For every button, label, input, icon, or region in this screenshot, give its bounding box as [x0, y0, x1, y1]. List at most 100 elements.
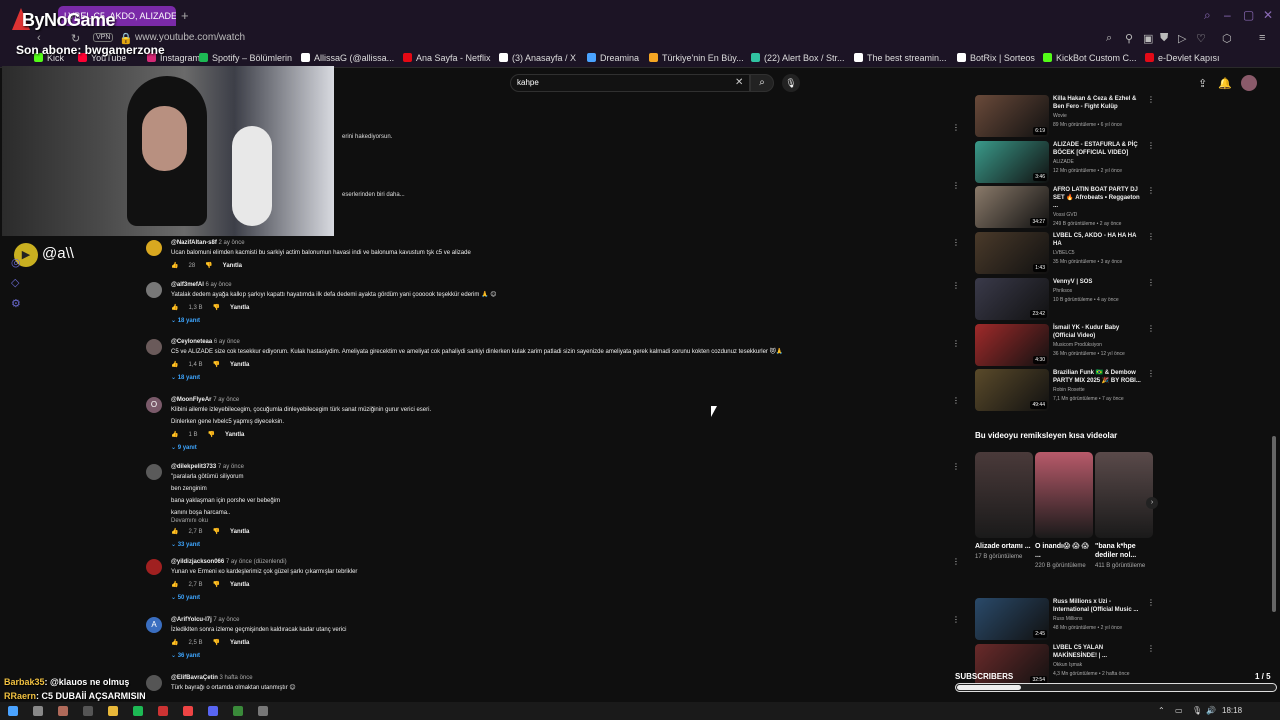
related-video[interactable]: 6:19 Killa Hakan & Ceza & Ezhel & Ben Fer… — [975, 95, 1155, 137]
shield-icon[interactable]: ⛊ — [1160, 32, 1168, 45]
bookmark-item[interactable]: AllissaG (@allissa... — [301, 53, 394, 63]
more-options-icon[interactable]: ⋮ — [1147, 644, 1155, 653]
comment-time[interactable]: 7 ay önce (düzenlendi) — [226, 559, 287, 565]
more-options-icon[interactable]: ⋮ — [1147, 186, 1155, 195]
new-tab-button[interactable]: + — [181, 8, 189, 23]
bookmark-item[interactable]: (3) Anasayfa / X — [499, 53, 576, 63]
search-icon[interactable]: ⌕ — [1204, 8, 1211, 23]
discord-icon[interactable] — [208, 706, 218, 716]
bookmark-item[interactable]: Spotify – Bölümlerin — [199, 53, 292, 63]
video-channel[interactable]: Robin Roxette — [1053, 387, 1141, 394]
more-options-icon[interactable]: ⋮ — [952, 281, 960, 290]
reply-button[interactable]: Yanıtla — [223, 263, 242, 269]
view-replies-button[interactable]: ⌄ 18 yanıt — [171, 374, 831, 381]
comment-time[interactable]: 6 ay önce — [214, 339, 240, 345]
more-options-icon[interactable]: ⋮ — [1147, 324, 1155, 333]
short-thumbnail[interactable] — [975, 452, 1033, 538]
reply-button[interactable]: Yanıtla — [230, 529, 249, 535]
dislike-icon[interactable]: 👎 — [205, 263, 212, 269]
video-channel[interactable]: LVBELC5 — [1053, 250, 1141, 257]
start-icon[interactable] — [8, 706, 18, 716]
reply-button[interactable]: Yanıtla — [230, 640, 249, 646]
more-options-icon[interactable]: ⋮ — [1147, 232, 1155, 241]
comment-avatar[interactable] — [146, 559, 162, 575]
related-video[interactable]: 49:44 Brazilian Funk 🇧🇷 & Dembow PARTY MI… — [975, 369, 1155, 411]
view-replies-button[interactable]: ⌄ 50 yanıt — [171, 594, 831, 601]
minimize-icon[interactable]: – — [1224, 8, 1231, 22]
comment-author[interactable]: @ArifYolcu-l7j — [171, 617, 212, 623]
more-options-icon[interactable]: ⋮ — [1147, 95, 1155, 104]
app-icon[interactable] — [58, 706, 68, 716]
more-options-icon[interactable]: ⋮ — [952, 557, 960, 566]
dislike-icon[interactable]: 👎 — [213, 305, 220, 311]
bookmark-item[interactable]: (22) Alert Box / Str... — [751, 53, 845, 63]
comment-author[interactable]: @dilekpelit3733 — [171, 464, 216, 470]
comment-author[interactable]: @ElifBavraÇetin — [171, 675, 218, 681]
heart-icon[interactable]: ♡ — [1196, 32, 1206, 45]
like-icon[interactable]: 👍 — [171, 263, 178, 269]
video-channel[interactable]: Vossi GVD — [1053, 212, 1141, 219]
comment-avatar[interactable]: A — [146, 617, 162, 633]
comment-time[interactable]: 6 ay önce — [206, 282, 232, 288]
more-options-icon[interactable]: ⋮ — [1147, 278, 1155, 287]
comment-author[interactable]: @yildizjackson066 — [171, 559, 224, 565]
comment-avatar[interactable] — [146, 464, 162, 480]
video-thumbnail[interactable]: 6:19 — [975, 95, 1049, 137]
dislike-icon[interactable]: 👎 — [213, 640, 220, 646]
browser-icon[interactable] — [183, 706, 193, 716]
obs-icon[interactable] — [258, 706, 268, 716]
video-thumbnail[interactable]: 4:30 — [975, 324, 1049, 366]
reply-button[interactable]: Yanıtla — [230, 305, 249, 311]
related-video[interactable]: 23:42 VennyV | SOS Phriksos 10 B görüntülem… — [975, 278, 1155, 320]
video-title[interactable]: ALIZADE - ESTAFURLA & PİÇ BÖCEK [OFFICIA… — [1053, 141, 1141, 157]
sidebar-icon[interactable]: ⚙ — [11, 297, 21, 310]
more-options-icon[interactable]: ⋮ — [952, 181, 960, 190]
related-video[interactable]: 2:45 Russ Millions x Uzi - International … — [975, 598, 1155, 640]
more-options-icon[interactable]: ⋮ — [952, 462, 960, 471]
tray-chevron-icon[interactable]: ⌃ — [1158, 706, 1165, 715]
like-icon[interactable]: 👍 — [171, 529, 178, 535]
comment-avatar[interactable] — [146, 282, 162, 298]
video-title[interactable]: Killa Hakan & Ceza & Ezhel & Ben Fero - … — [1053, 95, 1141, 111]
related-video[interactable]: 34:27 AFRO LATIN BOAT PARTY DJ SET 🔥 Afro… — [975, 186, 1155, 228]
folder-icon[interactable] — [108, 706, 118, 716]
video-title[interactable]: VennyV | SOS — [1053, 278, 1141, 286]
related-video[interactable]: 1:43 LVBEL C5, AKDO - HA HA HA HA LVBELC5 3… — [975, 232, 1155, 274]
dislike-icon[interactable]: 👎 — [213, 362, 220, 368]
clear-search-icon[interactable]: ✕ — [735, 77, 743, 88]
menu-icon[interactable]: ≡ — [1259, 32, 1265, 44]
bookmark-item[interactable]: Dreamina — [587, 53, 639, 63]
video-title[interactable]: LVBEL C5, AKDO - HA HA HA HA — [1053, 232, 1141, 248]
short-title[interactable]: Alizade ortamı ... — [975, 542, 1033, 551]
view-replies-button[interactable]: ⌄ 9 yanıt — [171, 444, 831, 451]
short-title[interactable]: O inandı😱 😱 😱 ... — [1035, 542, 1093, 560]
comment-author[interactable]: @alf3mefAl — [171, 282, 204, 288]
related-video[interactable]: 3:46 ALIZADE - ESTAFURLA & PİÇ BÖCEK [OFF… — [975, 141, 1155, 183]
dislike-icon[interactable]: 👎 — [213, 529, 220, 535]
account-avatar[interactable] — [1241, 75, 1257, 91]
view-replies-button[interactable]: ⌄ 33 yanıt — [171, 541, 831, 548]
bookmark-item[interactable]: The best streamin... — [854, 53, 947, 63]
video-thumbnail[interactable]: 23:42 — [975, 278, 1049, 320]
more-options-icon[interactable]: ⋮ — [952, 123, 960, 132]
search-input[interactable]: kahpe — [510, 74, 750, 92]
more-options-icon[interactable]: ⋮ — [952, 339, 960, 348]
comment-time[interactable]: 3 hafta önce — [220, 675, 253, 681]
voice-search-button[interactable]: 🎙 — [782, 74, 800, 92]
related-video[interactable]: 4:30 İsmail YK - Kudur Baby (Official Vid… — [975, 324, 1155, 366]
like-icon[interactable]: 👍 — [171, 640, 178, 646]
comment-avatar[interactable] — [146, 240, 162, 256]
tray-icon[interactable]: ▭ — [1175, 706, 1183, 715]
bookmark-item[interactable]: KickBot Custom C... — [1043, 53, 1137, 63]
comment-time[interactable]: 7 ay önce — [213, 617, 239, 623]
comment-avatar[interactable] — [146, 339, 162, 355]
like-icon[interactable]: 👍 — [171, 362, 178, 368]
more-options-icon[interactable]: ⋮ — [1147, 141, 1155, 150]
play-icon[interactable]: ▷ — [1178, 32, 1186, 45]
page-scrollbar[interactable] — [1272, 436, 1276, 612]
upload-icon[interactable]: ⇪ — [1198, 77, 1207, 90]
vpn-badge[interactable]: VPN — [93, 33, 114, 42]
zoom-icon[interactable]: ⌕ — [1106, 32, 1112, 45]
video-thumbnail[interactable]: 2:45 — [975, 598, 1049, 640]
comment-author[interactable]: @NazifAltan-s8f — [171, 240, 217, 246]
